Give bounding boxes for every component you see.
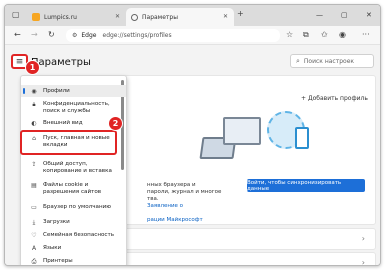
menu-item-family[interactable]: ♡ Семейная безопасность [21,232,126,239]
more-menu-icon[interactable]: ··· [362,30,370,39]
menu-item-default-browser[interactable]: ▭ Браузер по умолчанию [21,204,126,211]
new-tab-button[interactable]: + [237,9,244,18]
search-placeholder: Поиск настроек [303,57,355,65]
settings-nav-menu: ◉ Профили 🔒︎ Конфиденциальность, поиск и… [20,75,127,265]
close-window-icon[interactable]: ✕ [366,11,372,19]
menu-item-label: Файлы cookie и разрешения сайтов [43,182,102,195]
close-tab-icon[interactable]: ✕ [223,13,228,20]
favorite-star-icon[interactable]: ☆ [286,30,293,39]
add-profile-button[interactable]: + Добавить профиль [301,95,368,102]
lock-icon: 🔒︎ [32,101,36,108]
back-icon[interactable]: ← [14,30,21,39]
toolbar: ← → ↻ ⚙ Edge edge://settings/profiles ☆ … [5,26,380,45]
favorites-icon[interactable]: ✩ [321,30,328,39]
menu-item-share-copy[interactable]: ⇪ Общий доступ, копирование и вставка [21,161,126,175]
annotation-badge-2: 2 [108,116,123,131]
lumpics-favicon-icon [32,13,40,21]
menu-item-privacy[interactable]: 🔒︎ Конфиденциальность, поиск и службы [21,101,126,115]
search-settings-input[interactable]: ⌕ Поиск настроек [290,54,374,68]
menu-item-profiles[interactable]: ◉ Профили [21,85,126,97]
menu-item-cookies[interactable]: ▤ Файлы cookie и разрешения сайтов [21,182,126,196]
menu-item-label: Браузер по умолчанию [43,204,111,210]
tab-lumpics[interactable]: Lumpics.ru ✕ [27,8,126,26]
menu-item-label: Принтеры [43,258,73,264]
menu-item-label: Языки [43,245,62,251]
privacy-link-1[interactable]: Заявление о [147,203,183,209]
annotation-highlight-start-home [20,130,117,155]
browser-icon: ▭ [31,204,37,211]
menu-item-label: Конфиденциальность, поиск и службы [43,101,110,114]
privacy-link-2[interactable]: рации Майкрософт [147,217,203,223]
sync-description-text: нных браузера и пароли, журнал и многое … [147,182,222,202]
menu-item-languages[interactable]: A Языки [21,245,126,252]
maximize-icon[interactable]: ▢ [341,11,348,19]
add-profile-label: Добавить профиль [307,95,368,102]
address-url: edge://settings/profiles [102,32,172,39]
phone-illustration [295,127,309,149]
menu-item-label: Профили [43,87,70,94]
settings-row[interactable]: › [123,252,376,266]
menu-item-label: Внешний вид [43,120,83,126]
workspaces-icon[interactable]: ▢ [12,10,20,19]
annotation-badge-1: 1 [25,60,40,75]
settings-gear-icon: ⚙ [72,32,78,39]
menu-item-downloads[interactable]: ⤓ Загрузки [21,219,126,226]
tab-strip: ▢ Lumpics.ru ✕ Параметры ✕ + — ▢ ✕ [5,5,380,26]
tab-settings[interactable]: Параметры ✕ [126,8,234,26]
monitor-illustration [223,117,261,145]
cookie-icon: ▤ [31,182,37,189]
tab-label: Lumpics.ru [44,13,77,21]
settings-row[interactable]: › [123,228,376,250]
chevron-right-icon: › [361,258,365,266]
menu-item-label: Загрузки [43,219,70,225]
close-tab-icon[interactable]: ✕ [115,13,120,20]
browser-window: ▢ Lumpics.ru ✕ Параметры ✕ + — ▢ ✕ ← → ↻… [4,4,381,266]
menu-item-printers[interactable]: ⎙ Принтеры [21,258,126,265]
download-icon: ⤓ [32,219,36,226]
tab-label: Параметры [142,13,178,21]
minimize-icon[interactable]: — [316,11,323,19]
printer-icon: ⎙ [31,258,37,265]
sign-in-sync-button[interactable]: Войти, чтобы синхронизировать данные [247,179,365,192]
sync-description: нных браузера и пароли, журнал и многое … [147,175,221,224]
family-icon: ♡ [31,232,37,239]
share-icon: ⇪ [31,161,37,168]
address-brand: Edge [81,32,97,39]
search-icon: ⌕ [296,56,300,65]
menu-item-label: Общий доступ, копирование и вставка [43,161,112,174]
appearance-icon: ◐ [31,120,37,127]
refresh-icon[interactable]: ↻ [48,30,55,39]
language-icon: A [31,245,37,252]
menu-item-label: Семейная безопасность [43,232,115,238]
profile-icon: ◉ [31,87,37,95]
forward-icon[interactable]: → [31,30,38,39]
settings-favicon-icon [131,13,138,21]
profile-avatar-icon[interactable]: ◉ [339,30,346,39]
chevron-right-icon: › [361,234,365,243]
address-bar[interactable]: ⚙ Edge edge://settings/profiles [66,29,280,42]
collections-icon[interactable]: ⧉ [303,30,309,40]
